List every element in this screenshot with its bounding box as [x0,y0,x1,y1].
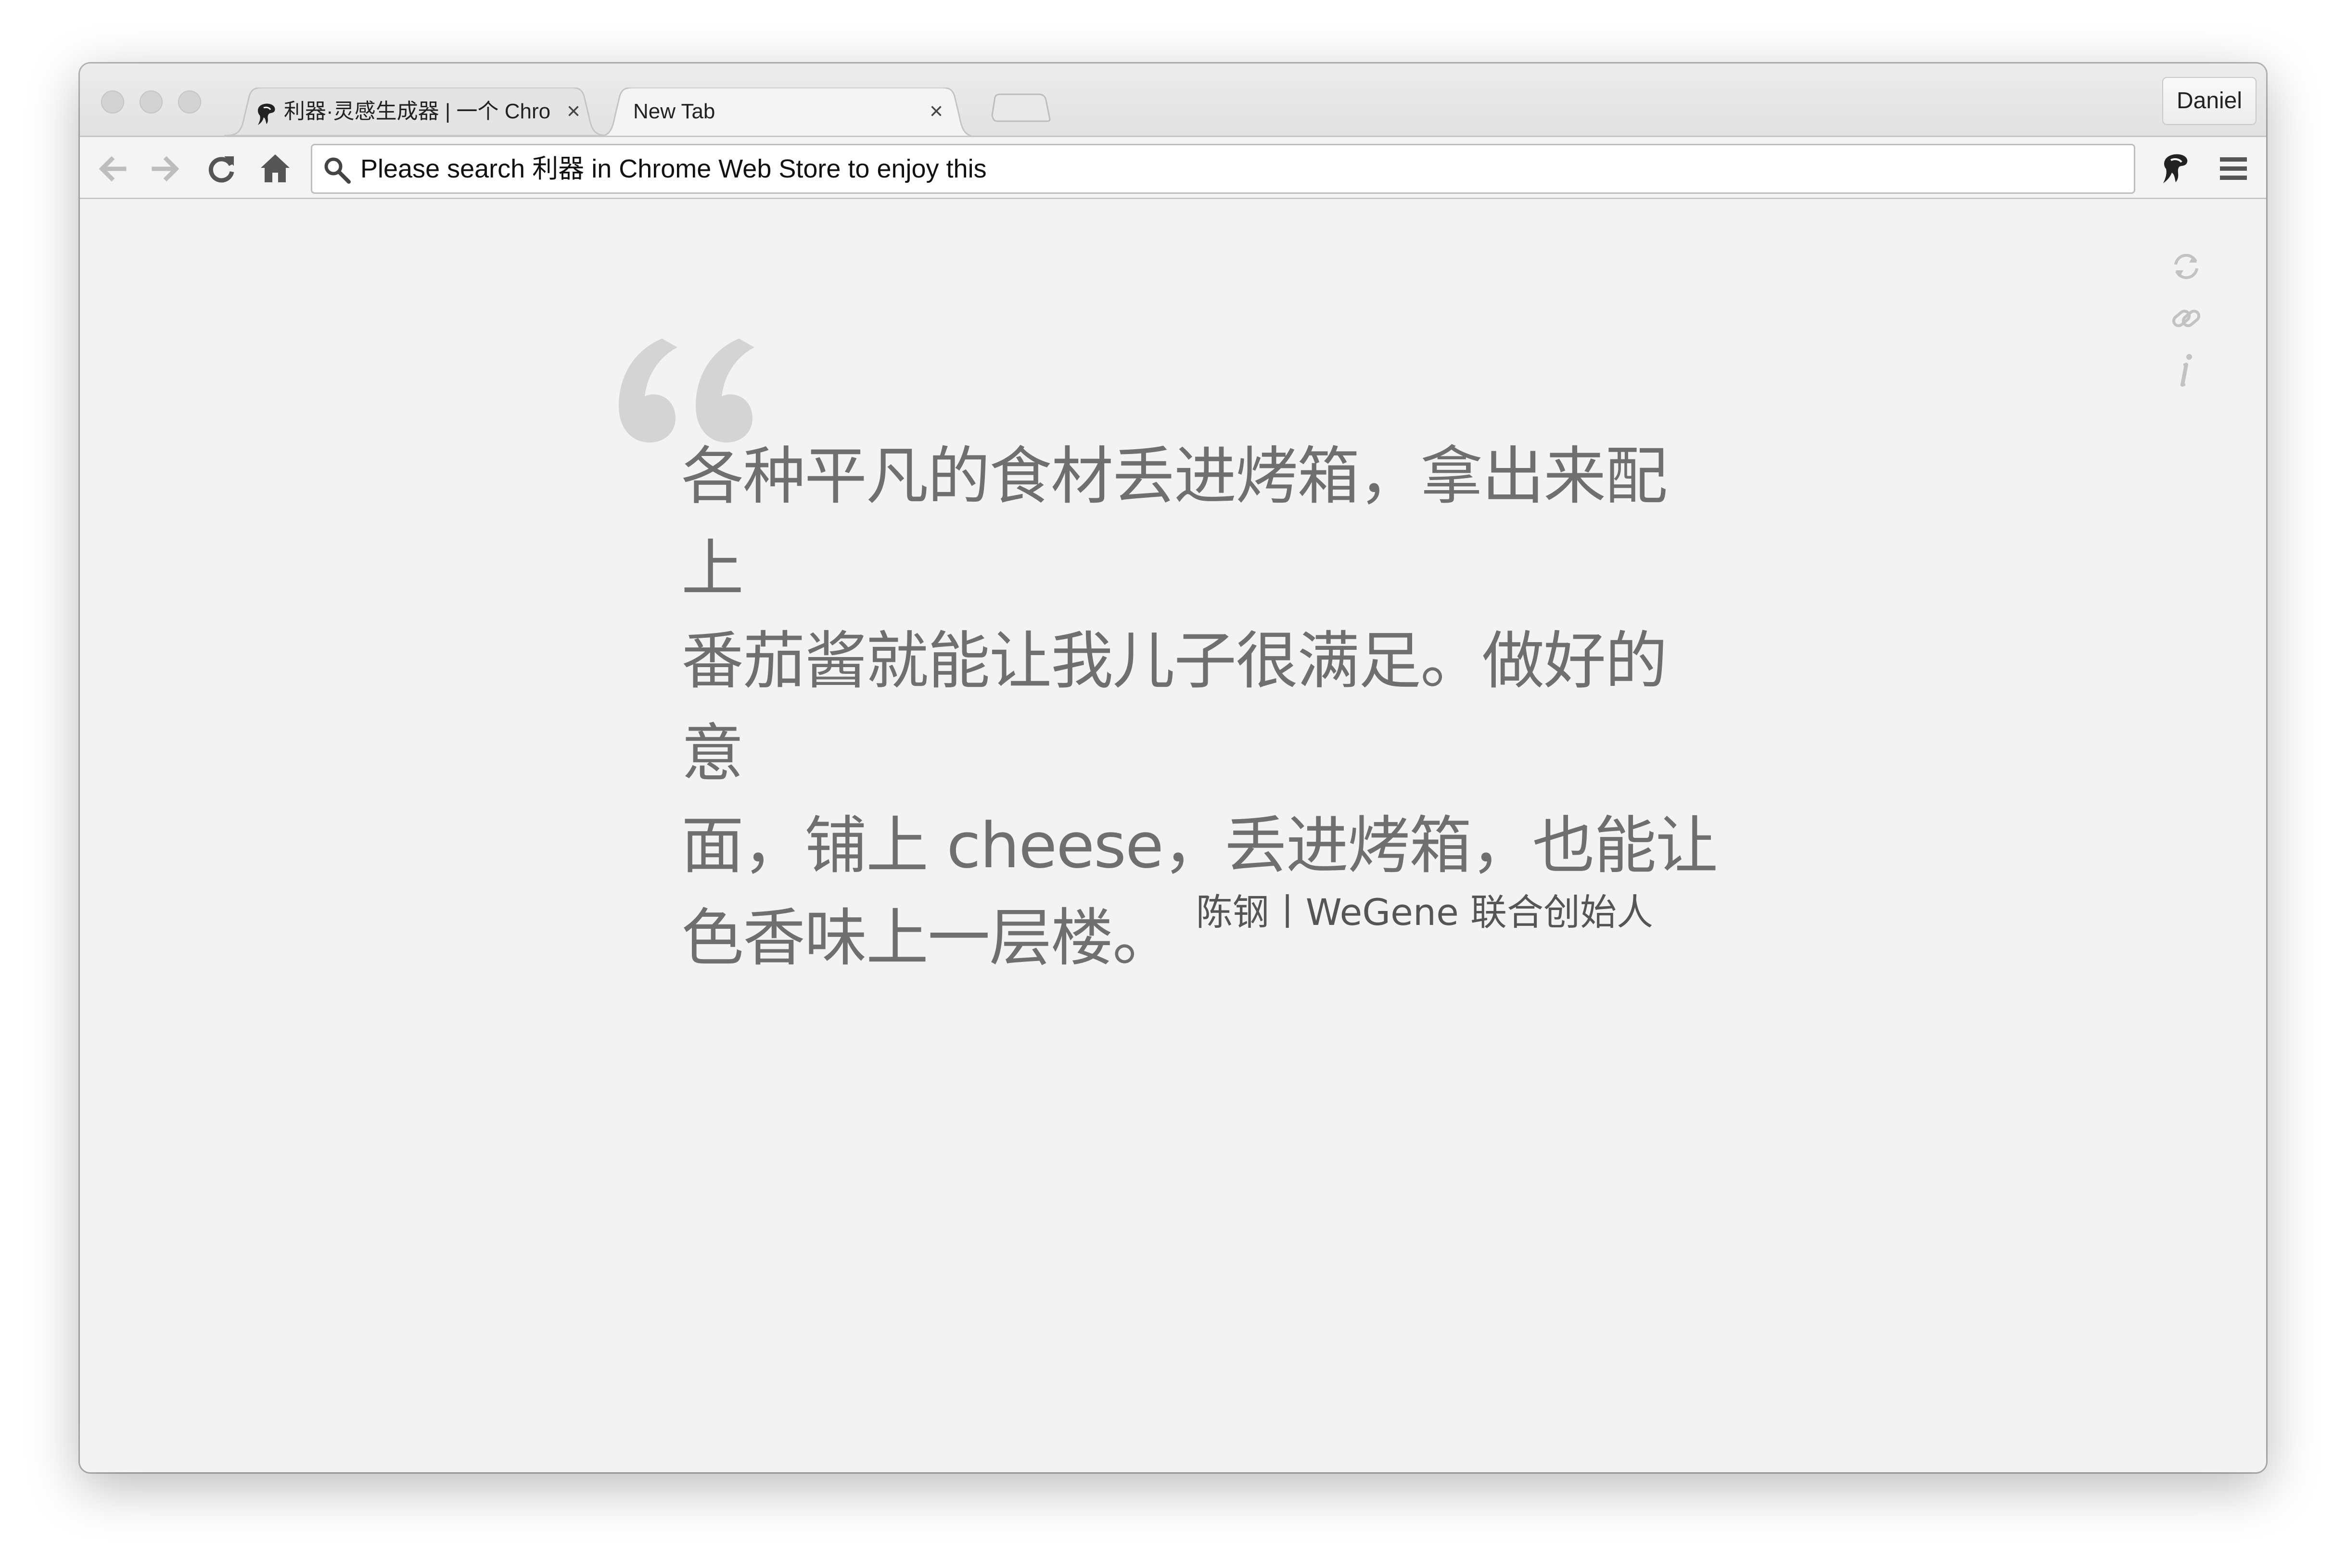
home-icon[interactable] [257,151,293,187]
hamburger-menu-icon[interactable] [2215,151,2252,187]
new-tab-page: 各种平凡的食材丢进烤箱，拿出来配上 番茄酱就能让我儿子很满足。做好的意 面，铺上… [80,199,2266,1472]
tab-new-tab[interactable]: New Tab × [595,88,980,137]
quote-line: 面，铺上 cheese，丢进烤箱，也能让 [681,809,1718,882]
info-icon[interactable] [2167,351,2206,390]
address-bar-text[interactable]: Please search 利器 in Chrome Web Store to … [360,145,987,192]
window-zoom-button[interactable] [178,90,201,114]
quote-author: 陈钢丨WeGene 联合创始人 [1196,891,1653,934]
refresh-icon[interactable] [2167,247,2206,286]
tab-liqi[interactable]: 利器·灵感生成器 | 一个 Chro × [224,88,609,136]
back-arrow-icon[interactable] [94,151,131,187]
tab-strip: 利器·灵感生成器 | 一个 Chro × New Tab × Daniel [80,63,2266,137]
jellyfish-extension-icon[interactable] [2157,150,2194,186]
tab-title: New Tab [633,100,715,123]
search-icon [324,157,351,184]
address-bar[interactable]: Please search 利器 in Chrome Web Store to … [311,144,2135,194]
quote-line: 番茄酱就能让我儿子很满足。做好的意 [681,624,1668,790]
forward-arrow-icon[interactable] [147,151,184,187]
tab-close-icon[interactable]: × [923,98,950,125]
toolbar: Please search 利器 in Chrome Web Store to … [80,136,2266,199]
link-icon[interactable] [2167,299,2206,338]
tab-title: 利器·灵感生成器 | 一个 Chro [284,100,551,123]
new-tab-button[interactable] [988,93,1051,122]
quote-line: 各种平凡的食材丢进烤箱，拿出来配上 [681,440,1668,605]
tab-close-icon[interactable]: × [560,98,587,125]
profile-button[interactable]: Daniel [2162,77,2257,125]
browser-window: 利器·灵感生成器 | 一个 Chro × New Tab × Daniel Pl… [80,63,2266,1472]
reload-icon[interactable] [203,151,240,187]
window-close-button[interactable] [101,90,124,114]
jellyfish-favicon-icon [258,103,275,125]
window-minimize-button[interactable] [140,90,163,114]
